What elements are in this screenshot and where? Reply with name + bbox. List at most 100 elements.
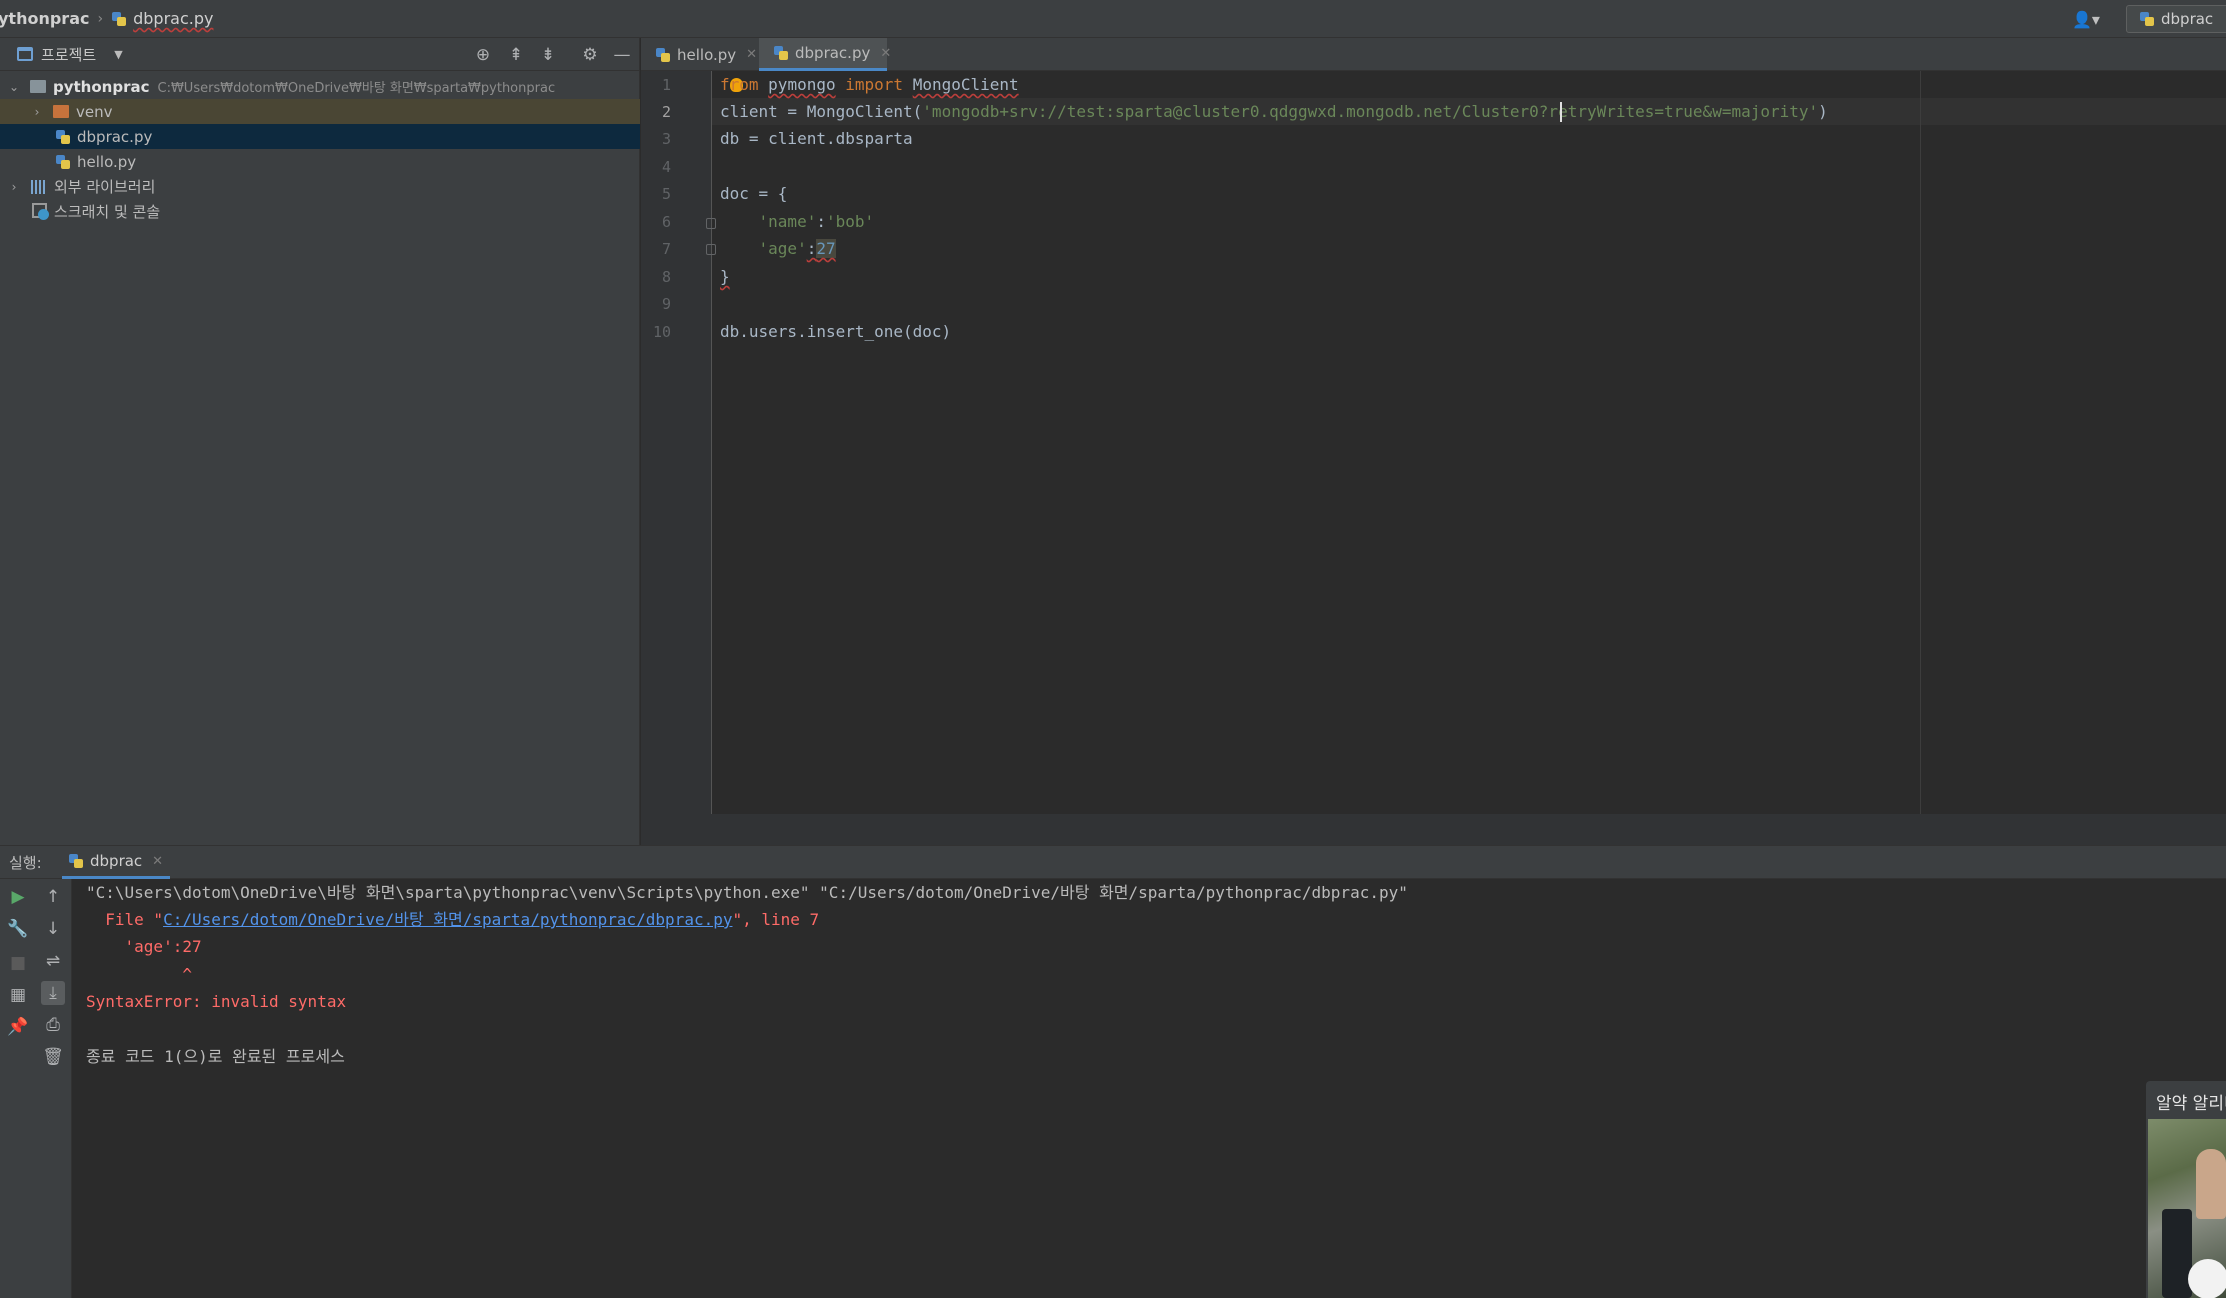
line-number: 1 (661, 76, 671, 94)
code-line-8: } (720, 267, 730, 286)
person-figure (2196, 1149, 2226, 1219)
notification-title: 알약 알리미 (2156, 1094, 2226, 1114)
folder-icon (53, 105, 69, 118)
text-caret (1560, 102, 1562, 122)
close-icon[interactable]: ✕ (880, 46, 891, 61)
close-icon[interactable]: ✕ (152, 854, 163, 869)
flower-figure (2188, 1259, 2226, 1298)
tree-item-venv[interactable]: › venv (0, 99, 640, 124)
tree-item-external-libraries[interactable]: › 외부 라이브러리 (0, 174, 640, 199)
stop-icon[interactable]: ■ (6, 951, 30, 975)
console-source-line: 'age':27 (86, 937, 202, 956)
scratch-icon (32, 202, 50, 221)
chevron-down-icon[interactable]: ▼ (114, 48, 122, 61)
console-text: ", line 7 (732, 910, 820, 929)
down-arrow-icon[interactable]: ↓ (41, 917, 65, 941)
line-number: 3 (661, 130, 671, 148)
project-icon (17, 47, 33, 61)
navigation-bar: ythonprac › dbprac.py 👤▾ dbprac (0, 0, 2226, 38)
tab-label: hello.py (677, 45, 737, 64)
fold-icon[interactable] (706, 244, 716, 255)
code-token: : (816, 212, 826, 231)
line-number: 2 (661, 103, 671, 121)
code-line-6: 'name':'bob' (720, 208, 875, 235)
layout-icon[interactable]: ▦ (6, 983, 30, 1007)
target-icon[interactable]: ⊕ (472, 44, 494, 66)
tree-item-pythonprac[interactable]: ⌄ pythonprac C:₩Users₩dotom₩OneDrive₩바탕 … (0, 74, 640, 99)
run-tab-label: dbprac (90, 852, 143, 870)
editor-tab-bar: hello.py ✕ dbprac.py ✕ (641, 38, 2226, 71)
wrench-icon[interactable]: 🔧 (6, 917, 30, 941)
run-config-selector[interactable]: dbprac (2126, 5, 2226, 33)
python-file-icon (55, 129, 71, 145)
python-file-icon (111, 11, 127, 27)
tree-item-dbprac[interactable]: dbprac.py (0, 124, 640, 149)
up-arrow-icon[interactable]: ↑ (41, 885, 65, 909)
code-token-keyword: import (845, 75, 904, 94)
code-line-2: client = MongoClient('mongodb+srv://test… (720, 98, 1828, 125)
python-file-icon (773, 45, 789, 61)
expand-all-icon[interactable]: ⇞ (505, 44, 527, 66)
chevron-right-icon[interactable]: › (31, 105, 43, 119)
editor-bottom-strip (641, 814, 2226, 845)
tab-label: dbprac.py (795, 44, 871, 62)
breadcrumb-project[interactable]: ythonprac (0, 0, 89, 38)
code-line-5: doc = { (720, 184, 788, 203)
chevron-right-icon[interactable]: › (8, 180, 20, 194)
tab-hello-py[interactable]: hello.py ✕ (641, 38, 759, 71)
code-token: : (806, 239, 817, 258)
code-token-module: pymongo (768, 75, 836, 94)
console-exit-message: 종료 코드 1(으)로 완료된 프로세스 (86, 1047, 345, 1066)
notification-popup[interactable]: 알약 알리미 (2146, 1081, 2226, 1298)
gear-icon[interactable]: ⚙ (579, 44, 601, 66)
code-line-10: db.users.insert_one(doc) (720, 322, 952, 341)
project-panel-title[interactable]: 프로젝트 (41, 44, 96, 65)
breadcrumb-file[interactable]: dbprac.py (111, 0, 213, 38)
collapse-all-icon[interactable]: ⇟ (537, 44, 559, 66)
pin-icon[interactable]: 📌 (6, 1015, 30, 1039)
console-caret-line: ^ (86, 965, 192, 984)
notification-image[interactable] (2148, 1119, 2226, 1298)
soft-wrap-icon[interactable]: ⇌ (41, 949, 65, 973)
close-icon[interactable]: ✕ (746, 47, 757, 62)
code-token: ) (1818, 102, 1828, 121)
tab-dbprac-py[interactable]: dbprac.py ✕ (759, 38, 891, 71)
console-command-line: "C:\Users\dotom\OneDrive\바탕 화면\sparta\py… (86, 883, 1408, 902)
code-token-string: 'bob' (825, 212, 875, 231)
console-file-link[interactable]: C:/Users/dotom/OneDrive/바탕 화면/sparta/pyt… (163, 910, 732, 929)
line-number: 8 (661, 268, 671, 286)
suitcase-figure (2162, 1209, 2192, 1298)
line-number: 6 (661, 213, 671, 231)
tree-item-label: venv (76, 102, 113, 121)
play-icon[interactable]: ▶ (6, 885, 30, 909)
user-icon[interactable]: 👤▾ (2072, 8, 2112, 30)
code-editor[interactable]: 1 2 3 4 5 6 7 8 9 10 from pymongo import… (641, 71, 2226, 814)
run-console[interactable]: "C:\Users\dotom\OneDrive\바탕 화면\sparta\py… (72, 879, 2226, 1298)
tree-item-label: dbprac.py (77, 127, 153, 146)
python-file-icon (68, 853, 84, 869)
code-token-class: MongoClient (912, 75, 1019, 94)
line-number-gutter[interactable]: 1 2 3 4 5 6 7 8 9 10 (641, 71, 716, 814)
scroll-to-end-icon[interactable]: ⤓ (41, 981, 65, 1005)
project-panel: 프로젝트 ▼ ⊕ ⇞ ⇟ ⚙ — ⌄ pythonprac C:₩Users₩d… (0, 38, 640, 845)
tree-item-path: C:₩Users₩dotom₩OneDrive₩바탕 화면₩sparta₩pyt… (157, 81, 556, 96)
tree-item-hello[interactable]: hello.py (0, 149, 640, 174)
print-icon[interactable]: ⎙ (41, 1013, 65, 1037)
code-line-7: 'age':27 (720, 235, 836, 262)
python-file-icon (55, 154, 71, 170)
minimize-icon[interactable]: — (611, 44, 633, 66)
fold-icon[interactable] (706, 218, 716, 229)
tree-item-label: 스크래치 및 콘솔 (54, 203, 161, 221)
code-token-string: 'age' (758, 239, 807, 258)
library-icon (31, 179, 47, 194)
run-tab-dbprac[interactable]: dbprac ✕ (62, 846, 170, 879)
code-token-string: 'mongodb+srv://test:sparta@cluster0.qdgg… (922, 102, 1819, 121)
chevron-down-icon[interactable]: ⌄ (8, 80, 20, 94)
run-panel-header: 실행: dbprac ✕ (0, 845, 2226, 879)
console-text: File " (86, 910, 164, 929)
run-toolbar: ▶ 🔧 ■ ▦ 📌 ↑ ↓ ⇌ ⤓ ⎙ 🗑 (0, 879, 72, 1298)
line-number: 7 (661, 240, 671, 258)
trash-icon[interactable]: 🗑 (41, 1045, 65, 1069)
tree-item-label: hello.py (77, 152, 137, 171)
tree-item-scratches[interactable]: 스크래치 및 콘솔 (0, 199, 640, 224)
